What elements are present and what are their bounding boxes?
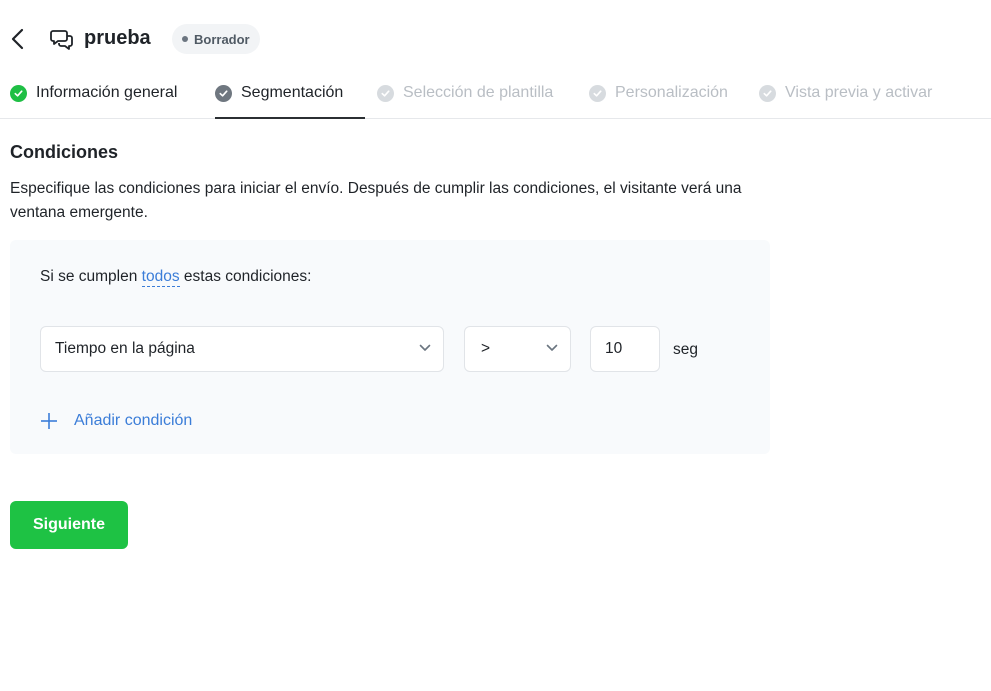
section-title: Condiciones [10, 142, 119, 162]
add-condition-button[interactable]: Añadir condición [40, 412, 192, 430]
section-description: Especifique las condiciones para iniciar… [10, 180, 742, 221]
match-mode-link[interactable]: todos [141, 268, 180, 287]
plus-icon [41, 413, 57, 429]
tab-informacion-general[interactable]: Información general [10, 78, 177, 118]
check-circle-icon [215, 85, 232, 102]
next-button[interactable]: Siguiente [10, 501, 128, 549]
condition-operator-value: > [481, 340, 491, 357]
status-badge: Borrador [172, 24, 260, 54]
tab-personalizacion[interactable]: Personalización [589, 78, 728, 118]
chevron-down-icon [546, 344, 558, 351]
conditions-panel: Si se cumplen todos estas condiciones: T… [10, 240, 770, 454]
intro-prefix: Si se cumplen [40, 268, 138, 285]
tab-vista-previa-y-activar[interactable]: Vista previa y activar [759, 78, 932, 118]
condition-value-input[interactable] [590, 326, 660, 372]
page-header: prueba Borrador [0, 0, 991, 78]
tab-label: Personalización [615, 84, 728, 101]
condition-field-select[interactable]: Tiempo en la página [40, 326, 444, 372]
condition-unit-label: seg [673, 341, 698, 358]
tab-seleccion-de-plantilla[interactable]: Selección de plantilla [377, 78, 553, 118]
check-circle-icon [759, 85, 776, 102]
tab-label: Vista previa y activar [785, 84, 933, 101]
tab-label: Información general [36, 84, 178, 101]
condition-field-value: Tiempo en la página [55, 340, 195, 357]
tab-label: Selección de plantilla [403, 84, 554, 101]
check-circle-icon [10, 85, 27, 102]
tab-label: Segmentación [241, 84, 344, 101]
check-circle-icon [589, 85, 606, 102]
page-title: prueba [84, 27, 151, 49]
tab-segmentacion[interactable]: Segmentación [215, 78, 365, 119]
condition-operator-select[interactable]: > [464, 326, 571, 372]
chevron-down-icon [419, 344, 431, 351]
conditions-intro: Si se cumplen todos estas condiciones: [40, 268, 312, 287]
back-chevron-icon[interactable] [8, 28, 28, 50]
chat-bubbles-icon [50, 30, 73, 50]
check-circle-icon [377, 85, 394, 102]
status-badge-label: Borrador [194, 31, 250, 47]
add-condition-label: Añadir condición [74, 412, 193, 429]
step-tabs: Información general Segmentación Selecci… [0, 78, 991, 119]
status-dot-icon [182, 36, 188, 42]
intro-suffix: estas condiciones: [183, 268, 312, 285]
